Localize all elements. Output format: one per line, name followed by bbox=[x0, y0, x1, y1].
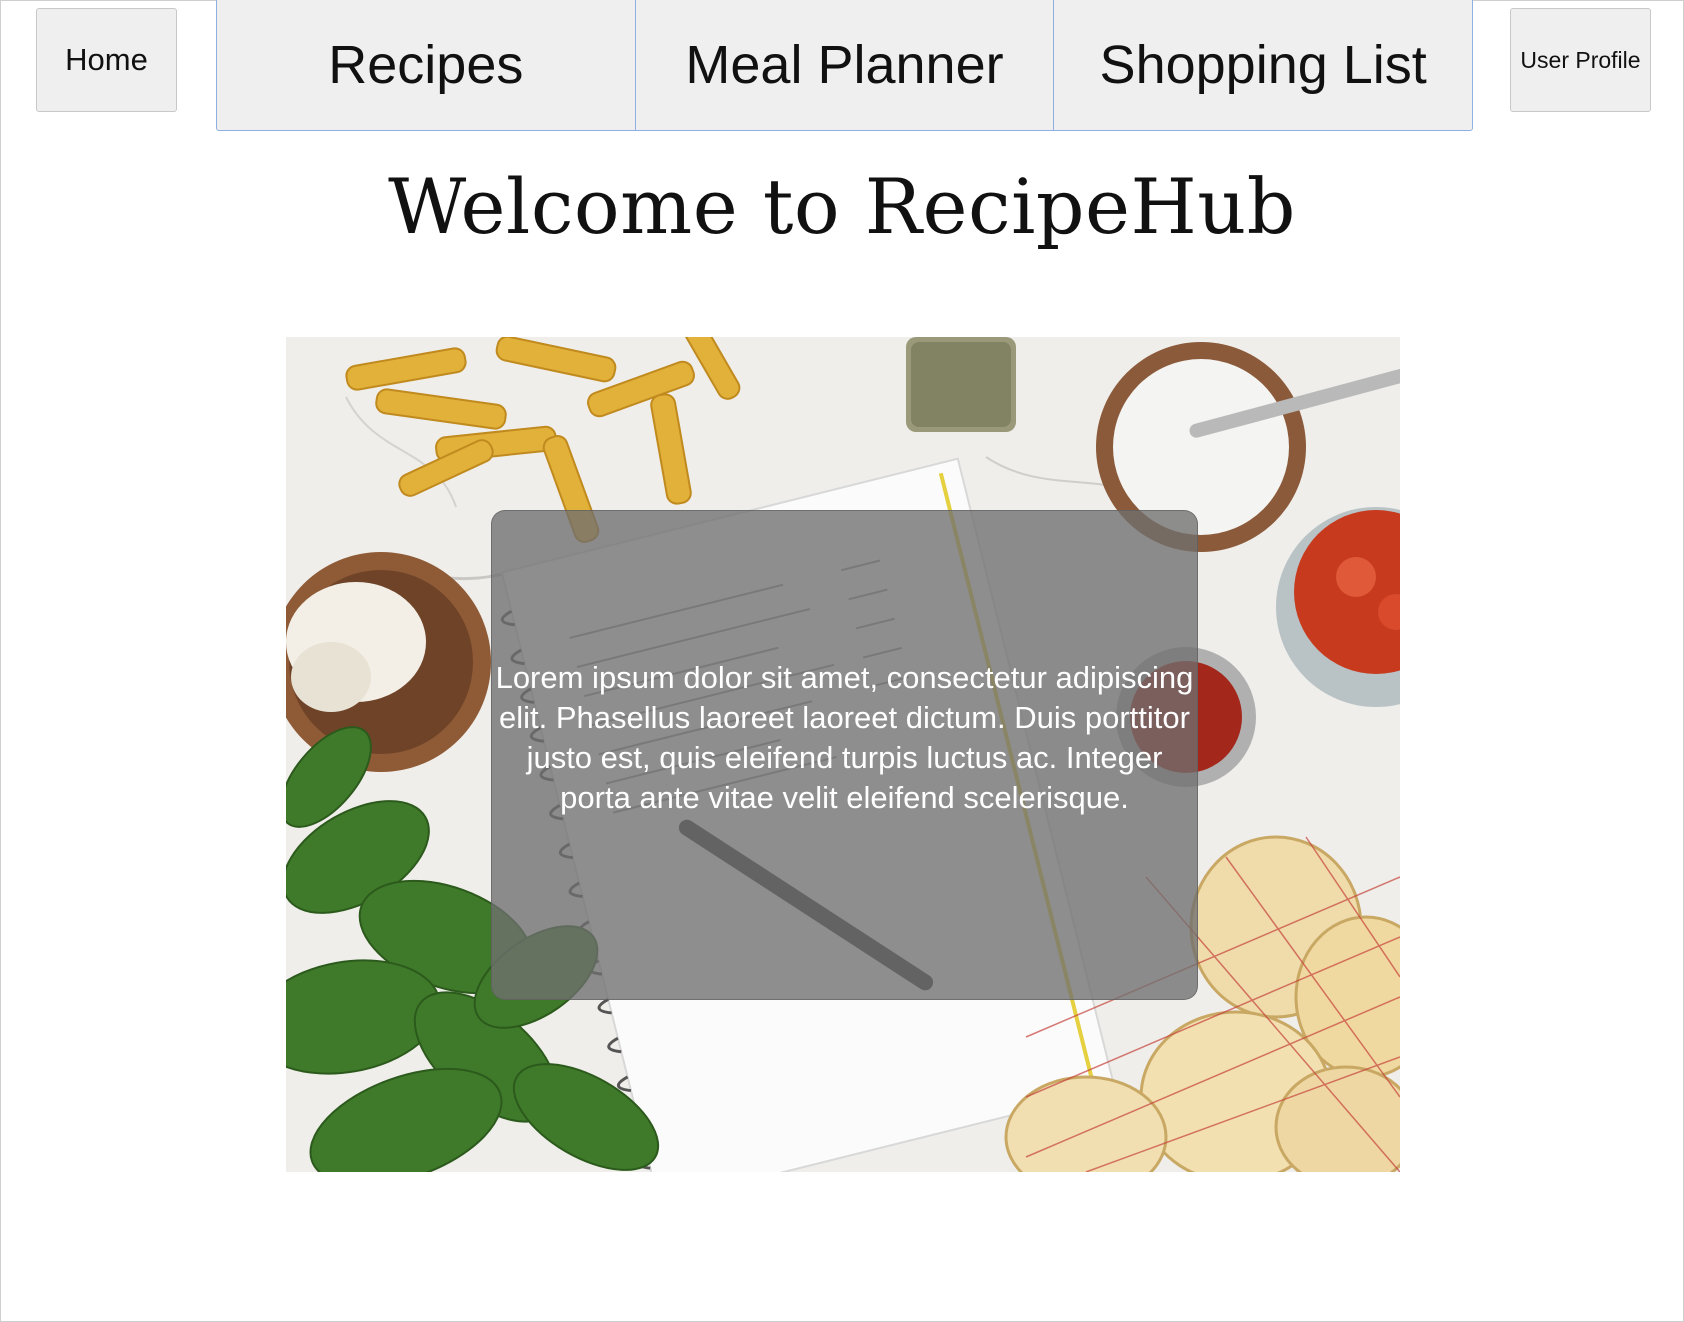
page-title: Welcome to RecipeHub bbox=[388, 162, 1296, 251]
tab-meal-planner[interactable]: Meal Planner bbox=[634, 0, 1054, 130]
home-button[interactable]: Home bbox=[36, 8, 177, 112]
tab-shopping-list[interactable]: Shopping List bbox=[1053, 0, 1472, 130]
nav-tab-group: Recipes Meal Planner Shopping List bbox=[216, 0, 1473, 131]
hero-image: Lorem ipsum dolor sit amet, consectetur … bbox=[286, 337, 1400, 1172]
intro-overlay-card: Lorem ipsum dolor sit amet, consectetur … bbox=[491, 510, 1198, 1000]
user-profile-button[interactable]: User Profile bbox=[1510, 8, 1651, 112]
tab-recipes[interactable]: Recipes bbox=[217, 0, 635, 130]
intro-text: Lorem ipsum dolor sit amet, consectetur … bbox=[495, 660, 1194, 815]
